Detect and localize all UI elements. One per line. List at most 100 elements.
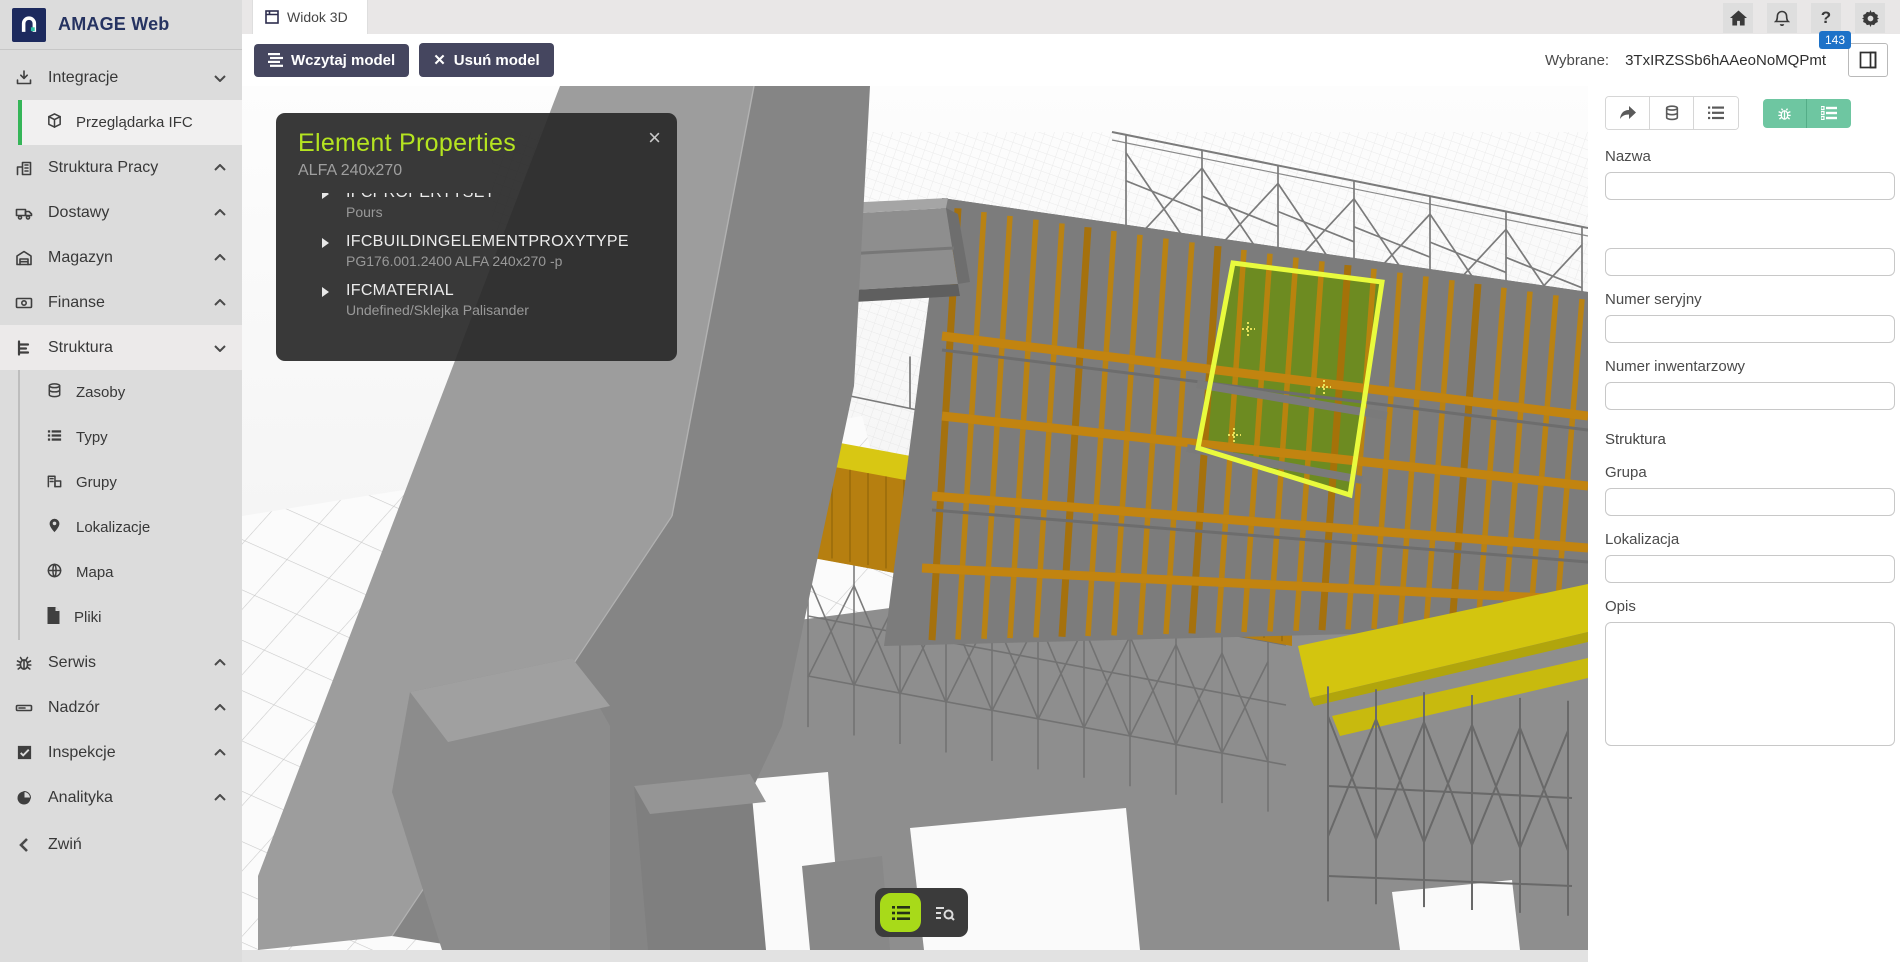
property-row-ifcmaterial[interactable]: IFCMATERIAL Undefined/Sklejka Palisander <box>276 282 677 318</box>
list-view-button[interactable] <box>1694 97 1738 129</box>
sidebar-item-struktura[interactable]: Struktura <box>0 325 242 370</box>
task-list-button[interactable] <box>1807 99 1851 128</box>
home-button[interactable] <box>1723 3 1753 33</box>
task-list-icon <box>1821 106 1837 120</box>
selected-label: Wybrane: <box>1545 52 1609 69</box>
sidebar-item-przegladarka-ifc[interactable]: Przeglądarka IFC <box>18 100 242 145</box>
sidebar-item-label: Pliki <box>74 609 102 626</box>
sidebar-item-typy[interactable]: Typy <box>20 415 242 460</box>
card-icon <box>14 699 34 717</box>
home-icon <box>1730 10 1747 26</box>
description-textarea[interactable] <box>1605 622 1895 746</box>
sidebar-item-grupy[interactable]: Grupy <box>20 460 242 505</box>
viewport-3d[interactable]: × Element Properties ALFA 240x270 IFCPRO… <box>242 86 1588 950</box>
sidebar-item-integracje[interactable]: Integracje <box>0 55 242 100</box>
button-label: Wczytaj model <box>291 52 395 69</box>
serial-number-input[interactable] <box>1605 315 1895 343</box>
tab-strip: Widok 3D ? 143 <box>242 0 1900 34</box>
chevron-up-icon <box>214 164 226 172</box>
sidebar-item-label: Integracje <box>48 69 200 87</box>
pie-chart-icon <box>14 789 34 807</box>
groups-icon <box>46 472 63 493</box>
list-icon <box>1708 106 1724 120</box>
sidebar-item-label: Grupy <box>76 474 117 491</box>
chevron-down-icon <box>214 344 226 352</box>
load-model-button[interactable]: Wczytaj model <box>254 44 409 77</box>
property-value: Undefined/Sklejka Palisander <box>346 302 677 318</box>
sidebar-item-dostawy[interactable]: Dostawy <box>0 190 242 235</box>
remove-model-button[interactable]: ✕ Usuń model <box>419 43 553 77</box>
sidebar-item-lokalizacje[interactable]: Lokalizacje <box>20 505 242 550</box>
property-name: IFCBUILDINGELEMENTPROXYTYPE <box>346 233 677 251</box>
sidebar-item-mapa[interactable]: Mapa <box>20 550 242 595</box>
sidebar-item-finanse[interactable]: Finanse <box>0 280 242 325</box>
tab-widok-3d[interactable]: Widok 3D <box>252 0 368 34</box>
globe-icon <box>46 562 63 583</box>
properties-subtitle: ALFA 240x270 <box>298 162 677 180</box>
sidebar-item-label: Struktura Pracy <box>48 159 200 177</box>
map-pin-icon <box>46 517 63 538</box>
chevron-down-icon <box>214 74 226 82</box>
help-button[interactable]: ? <box>1811 3 1841 33</box>
serial-number-label: Numer seryjny <box>1605 291 1895 308</box>
sidebar-item-label: Struktura <box>48 339 200 357</box>
sidebar-item-label: Typy <box>76 429 108 446</box>
inventory-number-label: Numer inwentarzowy <box>1605 358 1895 375</box>
warehouse-icon <box>14 249 34 267</box>
structure-section-label: Struktura <box>1605 431 1895 448</box>
share-arrow-icon <box>1619 106 1636 121</box>
share-arrow-button[interactable] <box>1606 97 1650 129</box>
sidebar-item-zasoby[interactable]: Zasoby <box>20 370 242 415</box>
property-row-ifcbuildingelementproxytype[interactable]: IFCBUILDINGELEMENTPROXYTYPE PG176.001.24… <box>276 233 677 269</box>
location-input[interactable] <box>1605 555 1895 583</box>
bug-report-button[interactable] <box>1763 99 1807 128</box>
sidebar-item-pliki[interactable]: Pliki <box>20 595 242 640</box>
settings-button[interactable] <box>1855 3 1885 33</box>
group-input[interactable] <box>1605 488 1895 516</box>
tab-label: Widok 3D <box>287 9 348 25</box>
sidebar-item-struktura-pracy[interactable]: Struktura Pracy <box>0 145 242 190</box>
sidebar-item-magazyn[interactable]: Magazyn <box>0 235 242 280</box>
cube-icon <box>265 10 279 24</box>
search-list-button[interactable] <box>927 895 963 931</box>
chevron-up-icon <box>214 749 226 757</box>
name-input[interactable] <box>1605 172 1895 200</box>
database-icon <box>1664 105 1680 121</box>
sidebar-item-label: Magazyn <box>48 249 200 267</box>
sidebar-item-serwis[interactable]: Serwis <box>0 640 242 685</box>
logo-row[interactable]: AMAGE Web <box>0 0 242 50</box>
property-name: IFCPROPERTYSET <box>346 193 677 202</box>
sidebar-item-label: Serwis <box>48 654 200 672</box>
sidebar-item-label: Inspekcje <box>48 744 200 762</box>
file-icon <box>46 607 61 628</box>
secondary-input[interactable] <box>1605 248 1895 276</box>
property-row-ifcpropertyset[interactable]: IFCPROPERTYSET Pours <box>276 193 677 220</box>
package-icon <box>46 112 63 133</box>
sidebar-item-inspekcje[interactable]: Inspekcje <box>0 730 242 775</box>
toggle-panel-button[interactable] <box>1848 43 1888 77</box>
gear-icon <box>1862 10 1879 27</box>
expand-arrow-icon <box>322 287 329 297</box>
database-button[interactable] <box>1650 97 1694 129</box>
panel-button-group <box>1605 96 1739 130</box>
sidebar-item-label: Nadzór <box>48 699 200 717</box>
sidebar-item-analityka[interactable]: Analityka <box>0 775 242 820</box>
panel-action-row <box>1605 96 1895 130</box>
empty-label-slot <box>1605 215 1895 248</box>
sidebar-item-nadzor[interactable]: Nadzór <box>0 685 242 730</box>
sidebar-collapse-button[interactable]: Zwiń <box>0 822 242 867</box>
app-window: AMAGE Web Integracje Przeglądarka IFC <box>0 0 1900 962</box>
element-details-panel: Nazwa Numer seryjny Numer inwentarzowy S… <box>1588 86 1900 962</box>
work-structure-icon <box>14 159 34 177</box>
chevron-up-icon <box>214 704 226 712</box>
element-list-button[interactable] <box>880 893 921 932</box>
bug-icon <box>14 654 34 672</box>
panel-green-group <box>1763 99 1851 128</box>
notifications-button[interactable] <box>1767 3 1797 33</box>
close-icon[interactable]: × <box>648 127 661 149</box>
inventory-number-input[interactable] <box>1605 382 1895 410</box>
search-list-icon <box>935 904 955 922</box>
database-icon <box>46 382 63 403</box>
bug-icon <box>1776 105 1793 122</box>
property-value: Pours <box>346 204 677 220</box>
